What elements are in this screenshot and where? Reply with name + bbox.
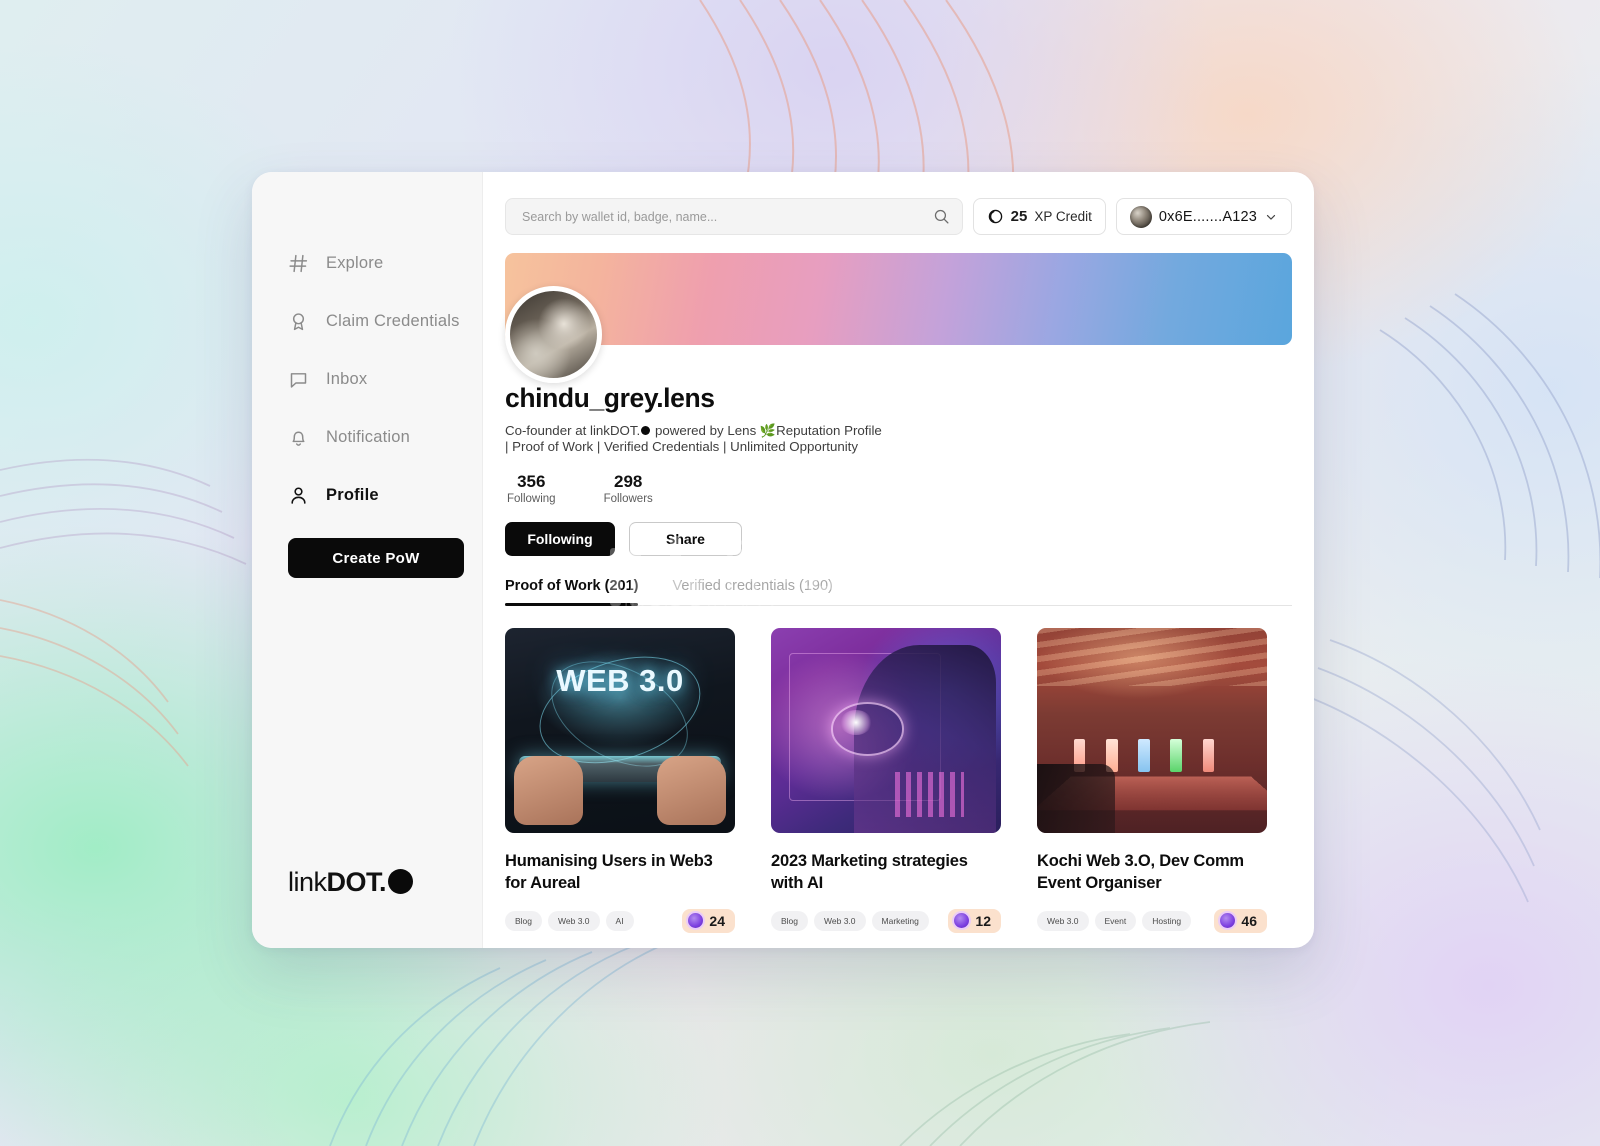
pow-card-title: 2023 Marketing strategies with AI <box>771 852 968 893</box>
pow-card-title: Kochi Web 3.O, Dev Comm Event Organiser <box>1037 852 1244 893</box>
create-pow-button[interactable]: Create PoW <box>288 538 464 578</box>
tab-verified-credentials[interactable]: Verified credentials (190) <box>672 578 832 605</box>
leaf-icon: 🌿 <box>759 423 777 438</box>
pow-card-footer: Blog Web 3.0 Marketing 12 <box>771 908 1001 933</box>
pow-card-thumbnail[interactable]: WEB 3.0 <box>505 628 735 834</box>
medal-icon <box>954 913 970 929</box>
sidebar-item-profile[interactable]: Profile <box>252 466 482 524</box>
web3-illustration: WEB 3.0 <box>505 628 735 834</box>
pow-card-thumbnail[interactable] <box>1037 628 1267 834</box>
brand-dot-icon <box>388 869 414 894</box>
badge-count-pill: 12 <box>948 908 1001 933</box>
top-bar: 25 XP Credit 0x6E.......A123 <box>505 198 1292 235</box>
sidebar-item-inbox[interactable]: Inbox <box>252 350 482 408</box>
inline-dot-icon <box>641 426 651 435</box>
pow-card-footer: Blog Web 3.0 AI 24 <box>505 908 735 933</box>
stat-value: 356 <box>517 472 546 492</box>
search-icon[interactable] <box>933 208 950 225</box>
proof-of-work-grid: WEB 3.0 Humanising Users in Web3 for Aur… <box>505 628 1292 933</box>
sidebar-item-explore[interactable]: Explore <box>252 234 482 292</box>
following-button[interactable]: Following <box>505 522 615 557</box>
profile-stats: 356 Following 298 Followers <box>505 472 1292 505</box>
brand-logo: link DOT. <box>288 866 414 898</box>
event-hall-illustration <box>1037 628 1267 834</box>
tag-pill[interactable]: Blog <box>505 910 543 931</box>
tag-pill[interactable]: Blog <box>771 910 809 931</box>
sidebar: Explore Claim Credentials Inbox Notifica… <box>252 172 483 948</box>
sidebar-item-label: Explore <box>326 253 384 272</box>
tab-proof-of-work[interactable]: Proof of Work (201) <box>505 578 639 607</box>
search-bar[interactable] <box>505 198 963 235</box>
thumbnail-text: WEB 3.0 <box>556 663 684 699</box>
bell-icon <box>292 431 305 446</box>
vr-illustration <box>771 628 1001 834</box>
award-badge-icon <box>292 312 305 330</box>
pow-card[interactable]: 2023 Marketing strategies with AI Blog W… <box>771 628 1001 933</box>
sidebar-item-label: Inbox <box>326 369 368 388</box>
profile-bio-part-2: powered by Lens <box>651 423 760 438</box>
brand-logo-light: link <box>288 867 327 897</box>
profile-info: chindu_grey.lens Co-founder at linkDOT. … <box>505 345 1292 557</box>
stat-label: Following <box>507 493 556 506</box>
badge-count: 46 <box>1241 912 1257 929</box>
tag-pill[interactable]: Web 3.0 <box>548 910 600 931</box>
stat-label: Followers <box>603 493 653 506</box>
stat-following: 356 Following <box>507 472 556 505</box>
tag-pill[interactable]: Web 3.0 <box>814 910 866 931</box>
badge-count: 24 <box>709 912 725 929</box>
profile-bio-part-3: Reputation Profile <box>776 423 882 438</box>
sidebar-item-notification[interactable]: Notification <box>252 408 482 466</box>
tag-pill[interactable]: Web 3.0 <box>1037 910 1089 931</box>
xp-coin-icon <box>988 209 1002 224</box>
app-window: Explore Claim Credentials Inbox Notifica… <box>252 172 1314 948</box>
pow-card[interactable]: Kochi Web 3.O, Dev Comm Event Organiser … <box>1037 628 1267 933</box>
profile-avatar <box>505 286 602 383</box>
sidebar-item-label: Profile <box>326 485 379 504</box>
chevron-down-icon[interactable] <box>1264 210 1278 224</box>
tag-pill[interactable]: Event <box>1094 910 1137 931</box>
pow-card-title: Humanising Users in Web3 for Aureal <box>505 852 713 893</box>
tag-pill[interactable]: AI <box>605 910 634 931</box>
profile-bio: Co-founder at linkDOT. powered by Lens 🌿… <box>505 423 925 455</box>
sidebar-item-label: Notification <box>326 427 411 446</box>
main-content: 25 XP Credit 0x6E.......A123 chindu_grey… <box>483 172 1314 948</box>
medal-icon <box>1220 913 1236 929</box>
xp-credit-label: XP Credit <box>1034 209 1092 224</box>
user-icon <box>291 486 306 504</box>
tag-pill[interactable]: Hosting <box>1142 910 1192 931</box>
profile-banner <box>505 253 1292 345</box>
chat-bubble-icon <box>290 372 307 388</box>
share-button[interactable]: Share <box>629 522 742 557</box>
tag-pill[interactable]: Marketing <box>871 910 929 931</box>
xp-credit-value: 25 <box>1010 208 1028 225</box>
screenshot-root: Explore Claim Credentials Inbox Notifica… <box>0 0 1600 1146</box>
stat-value: 298 <box>614 472 643 492</box>
wallet-avatar <box>1129 205 1152 228</box>
profile-bio-line-2: | Proof of Work | Verified Credentials |… <box>505 439 859 455</box>
badge-count-pill: 24 <box>682 908 735 933</box>
profile-bio-part-1: Co-founder at linkDOT. <box>505 423 641 438</box>
stat-followers: 298 Followers <box>604 472 653 505</box>
wallet-address: 0x6E.......A123 <box>1158 208 1257 225</box>
pow-card-footer: Web 3.0 Event Hosting 46 <box>1037 908 1267 933</box>
profile-actions: Following Share <box>505 522 1292 557</box>
hash-icon <box>289 254 308 272</box>
pow-card-thumbnail[interactable] <box>771 628 1001 834</box>
sidebar-item-claim-credentials[interactable]: Claim Credentials <box>252 292 482 350</box>
sidebar-item-label: Claim Credentials <box>326 311 460 330</box>
badge-count-pill: 46 <box>1214 908 1267 933</box>
pow-card[interactable]: WEB 3.0 Humanising Users in Web3 for Aur… <box>505 628 735 933</box>
profile-name: chindu_grey.lens <box>505 383 715 413</box>
xp-credit-chip[interactable]: 25 XP Credit <box>972 198 1106 235</box>
medal-icon <box>688 913 704 929</box>
profile-tabs: Proof of Work (201) Verified credentials… <box>505 578 1292 607</box>
wallet-chip[interactable]: 0x6E.......A123 <box>1115 198 1292 235</box>
brand-logo-bold: DOT. <box>326 867 387 897</box>
badge-count: 12 <box>975 912 991 929</box>
search-input[interactable] <box>522 209 933 224</box>
